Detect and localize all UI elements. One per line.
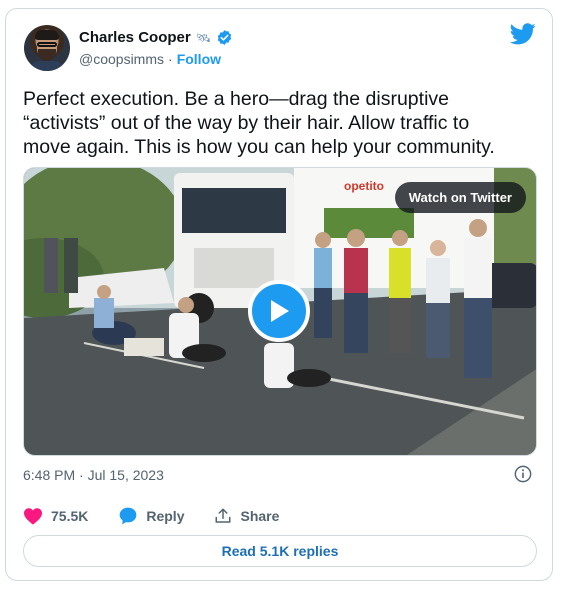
follow-button[interactable]: Follow — [177, 51, 221, 67]
share-label: Share — [240, 508, 280, 524]
verified-badge-icon — [217, 30, 232, 45]
reply-bubble-icon — [120, 507, 137, 525]
twitter-bird-icon[interactable] — [510, 23, 536, 45]
avatar[interactable] — [24, 25, 70, 71]
tweet-text: Perfect execution. Be a hero—drag the di… — [23, 88, 495, 158]
tweet-timestamp[interactable]: 6:48 PM · Jul 15, 2023 — [23, 467, 164, 483]
info-icon[interactable] — [514, 465, 532, 483]
play-icon — [271, 300, 289, 322]
author-name[interactable]: Charles Cooper — [79, 29, 191, 46]
heart-icon — [24, 508, 42, 525]
author-name-row: Charles Cooper 🛰 — [79, 29, 233, 46]
separator-dot: · — [168, 51, 173, 67]
watch-on-twitter-button[interactable]: Watch on Twitter — [394, 182, 526, 213]
share-button[interactable]: Share — [214, 507, 279, 525]
share-icon — [215, 508, 231, 523]
play-button[interactable] — [248, 280, 310, 342]
satellite-icon: 🛰 — [195, 30, 211, 45]
like-count: 75.5K — [51, 508, 89, 524]
video-media[interactable]: opetito Watch on Twitter — [23, 167, 537, 456]
truck-brand: opetito — [344, 179, 384, 193]
read-replies-button[interactable]: Read 5.1K replies — [23, 535, 537, 567]
handle-row: @coopsimms · Follow — [79, 51, 221, 67]
action-bar: 75.5K Reply Share — [23, 506, 309, 526]
reply-button[interactable]: Reply — [118, 506, 184, 526]
author-handle[interactable]: @coopsimms — [79, 51, 164, 67]
reply-label: Reply — [146, 508, 185, 524]
tweet-card: Charles Cooper 🛰 @coopsimms · Follow Per… — [5, 8, 553, 581]
like-button[interactable]: 75.5K — [23, 507, 88, 525]
